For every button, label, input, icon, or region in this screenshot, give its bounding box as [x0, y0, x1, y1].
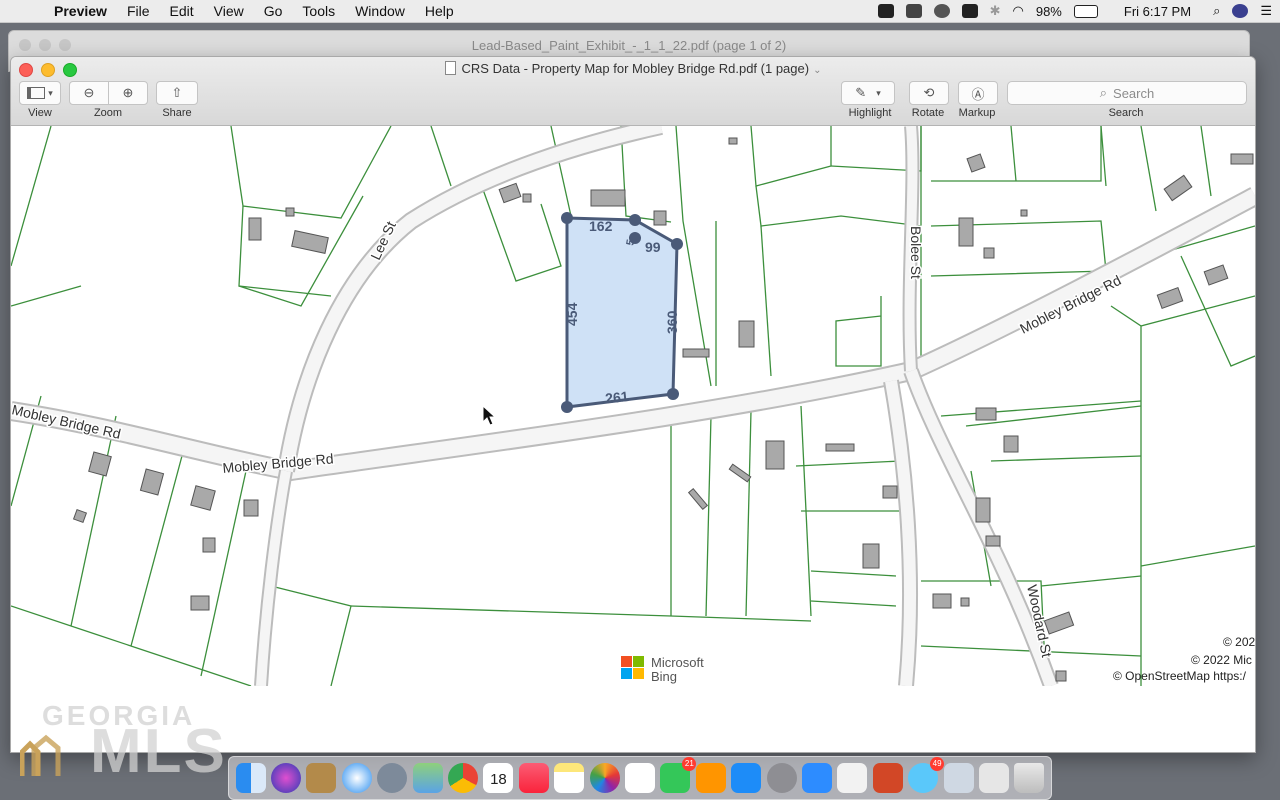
markup-button[interactable]: Ⓐ — [958, 81, 998, 105]
zoom-app-icon[interactable] — [801, 763, 832, 793]
siri-dock-icon[interactable] — [271, 763, 302, 793]
menu-edit[interactable]: Edit — [160, 3, 204, 19]
view-label: View — [28, 107, 52, 119]
system-preferences-icon[interactable] — [766, 763, 797, 793]
books-icon[interactable] — [695, 763, 726, 793]
attribution-line-1: © 202 — [1223, 635, 1255, 649]
shield-icon[interactable] — [933, 4, 950, 18]
wifi-icon[interactable]: ◠ — [1013, 3, 1024, 19]
launchpad-icon[interactable] — [377, 763, 408, 793]
downloads-stack-icon[interactable] — [978, 763, 1009, 793]
status-area: ✱ ◠ 98% Fri 6:17 PM ⌕ ☰ — [877, 0, 1272, 22]
dimension-right: 360 — [664, 310, 680, 334]
document-icon[interactable] — [837, 763, 868, 793]
rotate-button[interactable]: ⟲ — [909, 81, 949, 105]
menu-help[interactable]: Help — [415, 3, 464, 19]
zoom-in-button[interactable]: ⊕ — [108, 81, 148, 105]
menu-go[interactable]: Go — [254, 3, 293, 19]
share-label: Share — [162, 107, 192, 119]
app-store-icon[interactable] — [731, 763, 762, 793]
reminders-icon[interactable] — [624, 763, 655, 793]
dimension-top: 162 — [589, 218, 613, 234]
finder-icon[interactable] — [235, 763, 266, 793]
chevron-down-icon[interactable]: ⌄ — [813, 65, 821, 76]
preview-window: CRS Data - Property Map for Mobley Bridg… — [10, 56, 1256, 753]
messages-badge: 49 — [930, 757, 945, 771]
watermark-line-2: MLS — [90, 717, 227, 786]
search-input[interactable]: ⌕ Search — [1007, 81, 1247, 105]
app-status-icon[interactable] — [961, 4, 978, 18]
zoom-label: Zoom — [93, 107, 123, 119]
toolbar: CRS Data - Property Map for Mobley Bridg… — [11, 57, 1255, 126]
search-icon: ⌕ — [1099, 85, 1108, 100]
sidebar-icon — [27, 87, 46, 99]
zoom-status-icon[interactable] — [877, 4, 894, 18]
georgia-mls-logo-icon — [20, 734, 61, 776]
dimension-bottom: 261 — [604, 388, 629, 406]
spotlight-search-icon[interactable]: ⌕ — [1213, 3, 1220, 19]
bing-label-microsoft: Microsoft — [651, 655, 704, 670]
pdf-document-icon — [444, 61, 456, 75]
notebook-icon[interactable] — [306, 763, 337, 793]
markup-label: Markup — [958, 107, 996, 119]
facetime-badge: 21 — [682, 757, 697, 771]
dimension-left: 454 — [564, 302, 580, 326]
bing-label-bing: Bing — [651, 669, 677, 684]
share-button[interactable]: ⇧ — [156, 81, 198, 105]
rotate-icon: ⟲ — [923, 85, 935, 100]
menu-app-name[interactable]: Preview — [44, 3, 117, 19]
zoom-in-icon: ⊕ — [122, 85, 134, 100]
menu-bar: Preview File Edit View Go Tools Window H… — [0, 0, 1280, 23]
document-page[interactable]: 162 99 5 454 360 261 Mobley Bridge Rd Mo… — [11, 126, 1255, 752]
property-map[interactable]: 162 99 5 454 360 261 Mobley Bridge Rd Mo… — [11, 126, 1255, 686]
rotate-label: Rotate — [911, 107, 945, 119]
background-window-title: Lead-Based_Paint_Exhibit_-_1_1_22.pdf (p… — [471, 38, 787, 53]
search-placeholder: Search — [1113, 85, 1155, 101]
safari-icon[interactable] — [341, 763, 372, 793]
dropbox-icon[interactable] — [905, 4, 922, 18]
dock: 18 21 49 — [228, 756, 1052, 800]
menu-view[interactable]: View — [204, 3, 254, 19]
search-label: Search — [1108, 107, 1144, 119]
battery-icon[interactable] — [1073, 4, 1098, 18]
chevron-down-icon: ▾ — [48, 87, 53, 98]
clock[interactable]: Fri 6:17 PM — [1124, 4, 1191, 19]
battery-percent[interactable]: 98% — [1036, 4, 1062, 19]
markup-pen-icon: Ⓐ — [971, 86, 985, 102]
attribution-line-2: © 2022 Mic — [1191, 653, 1252, 667]
calendar-icon[interactable]: 18 — [483, 763, 514, 793]
photos-icon[interactable] — [589, 763, 620, 793]
highlighter-icon: ✎ — [855, 85, 867, 100]
notification-center-icon[interactable]: ☰ — [1260, 3, 1272, 19]
window-title[interactable]: CRS Data - Property Map for Mobley Bridg… — [11, 61, 1255, 76]
chevron-down-icon[interactable]: ▾ — [876, 88, 881, 99]
view-button[interactable]: ▾ — [19, 81, 61, 105]
maps-icon[interactable] — [412, 763, 443, 793]
powerpoint-icon[interactable] — [872, 763, 903, 793]
bluetooth-icon[interactable]: ✱ — [990, 3, 1001, 19]
highlight-label: Highlight — [848, 107, 892, 119]
window-title-text: CRS Data - Property Map for Mobley Bridg… — [461, 61, 810, 76]
menu-window[interactable]: Window — [345, 3, 415, 19]
street-label-bolee: Bolee St — [908, 226, 924, 279]
siri-icon[interactable] — [1232, 4, 1249, 18]
preview-icon[interactable] — [943, 763, 974, 793]
menu-file[interactable]: File — [117, 3, 160, 19]
highlight-button[interactable]: ✎ ▾ — [841, 81, 895, 105]
zoom-out-button[interactable]: ⊖ — [69, 81, 109, 105]
music-icon[interactable] — [518, 763, 549, 793]
chrome-icon[interactable] — [448, 763, 479, 793]
trash-icon[interactable] — [1014, 763, 1045, 793]
attribution-line-3[interactable]: © OpenStreetMap https:/ — [1113, 669, 1247, 683]
dimension-notch: 99 — [645, 239, 661, 255]
facetime-icon[interactable]: 21 — [660, 757, 697, 793]
menu-tools[interactable]: Tools — [292, 3, 345, 19]
notes-icon[interactable] — [554, 763, 585, 793]
messages-icon[interactable]: 49 — [908, 757, 945, 793]
share-icon: ⇧ — [171, 85, 183, 100]
zoom-out-icon: ⊖ — [83, 85, 95, 100]
